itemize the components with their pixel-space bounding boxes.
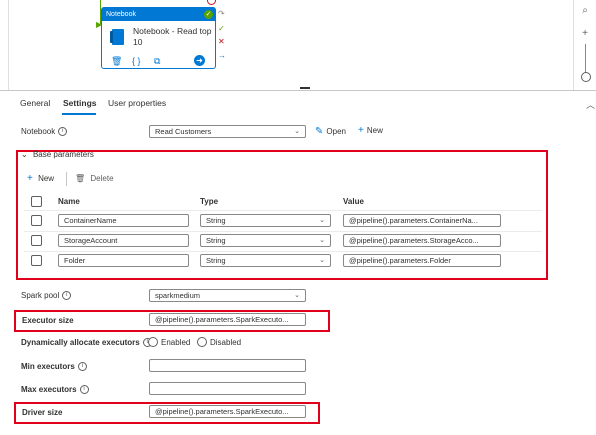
min-executors-label: Min executors i bbox=[21, 362, 87, 371]
base-parameters-header[interactable]: ⌄ Base parameters bbox=[21, 150, 94, 159]
max-executors-info-icon[interactable]: i bbox=[79, 385, 89, 394]
plus-icon: + bbox=[358, 125, 364, 136]
parameter-type-select[interactable]: String ⌄ bbox=[200, 214, 331, 227]
notebook-info-icon[interactable]: i bbox=[58, 127, 68, 136]
enabled-radio-label[interactable]: Enabled bbox=[161, 338, 190, 347]
chevron-down-icon: ⌄ bbox=[294, 292, 300, 299]
activity-selected-check-icon: ✓ bbox=[204, 10, 213, 19]
executor-size-label: Executor size bbox=[22, 316, 74, 325]
row-separator bbox=[24, 251, 542, 252]
activity-type-header: Notebook bbox=[102, 8, 215, 21]
tab-settings[interactable]: Settings bbox=[63, 98, 97, 108]
parameter-value-input[interactable]: @pipeline().parameters.StorageAcco... bbox=[343, 234, 501, 247]
row-separator bbox=[24, 231, 542, 232]
min-executors-input[interactable] bbox=[149, 359, 306, 372]
search-canvas-icon[interactable]: ⌕ bbox=[578, 4, 592, 18]
plus-icon: + bbox=[27, 173, 33, 184]
on-success-connector-icon[interactable]: ✓ bbox=[218, 24, 225, 33]
tab-user-properties[interactable]: User properties bbox=[108, 98, 166, 108]
driver-size-label: Driver size bbox=[22, 408, 63, 417]
pipeline-canvas[interactable] bbox=[0, 0, 596, 90]
max-executors-input[interactable] bbox=[149, 382, 306, 395]
parameter-name-input[interactable]: ContainerName bbox=[58, 214, 189, 227]
chevron-down-icon: ⌄ bbox=[319, 217, 325, 224]
column-header-name: Name bbox=[58, 197, 80, 206]
on-completion-connector-icon[interactable]: → bbox=[218, 51, 226, 60]
parameter-type-select[interactable]: String ⌄ bbox=[200, 234, 331, 247]
canvas-border-left bbox=[8, 0, 9, 90]
row-checkbox[interactable] bbox=[31, 255, 42, 266]
enabled-radio[interactable] bbox=[148, 337, 158, 347]
spark-pool-label: Spark pool i bbox=[21, 291, 72, 300]
chevron-down-icon: ⌄ bbox=[319, 257, 325, 264]
delete-activity-icon[interactable]: 🗑 bbox=[111, 56, 122, 67]
zoom-slider-handle[interactable] bbox=[581, 72, 591, 82]
row-checkbox[interactable] bbox=[31, 235, 42, 246]
disabled-radio-label[interactable]: Disabled bbox=[210, 338, 241, 347]
dynamic-allocation-label: Dynamically allocate executorsi bbox=[21, 338, 152, 347]
disabled-radio[interactable] bbox=[197, 337, 207, 347]
tab-general[interactable]: General bbox=[20, 98, 50, 108]
delete-parameter-button[interactable]: 🗑 Delete bbox=[75, 174, 114, 183]
copy-activity-icon[interactable]: ⧉ bbox=[154, 56, 160, 67]
spark-pool-info-icon[interactable]: i bbox=[62, 291, 72, 300]
driver-size-input[interactable]: @pipeline().parameters.SparkExecuto... bbox=[149, 405, 306, 418]
notebook-icon bbox=[110, 29, 124, 45]
new-parameter-button[interactable]: + New bbox=[27, 173, 54, 184]
chevron-down-icon: ⌄ bbox=[21, 150, 28, 159]
notebook-label: Notebook i bbox=[21, 127, 68, 136]
active-tab-indicator bbox=[62, 113, 96, 115]
toolbar-divider bbox=[66, 172, 67, 186]
parameter-value-input[interactable]: @pipeline().parameters.ContainerNa... bbox=[343, 214, 501, 227]
open-notebook-button[interactable]: ✎ Open bbox=[315, 126, 346, 137]
pencil-icon: ✎ bbox=[315, 126, 324, 137]
select-all-checkbox[interactable] bbox=[31, 196, 42, 207]
row-checkbox[interactable] bbox=[31, 215, 42, 226]
notebook-activity[interactable]: Notebook ✓ Notebook - Read top 10 🗑 { } … bbox=[101, 7, 216, 69]
on-skip-connector-icon[interactable]: ↷ bbox=[218, 9, 225, 18]
chevron-down-icon: ⌄ bbox=[319, 237, 325, 244]
header-separator bbox=[24, 210, 542, 211]
spark-pool-select[interactable]: sparkmedium ⌄ bbox=[149, 289, 306, 302]
collapse-panel-chevron-icon[interactable]: ︿ bbox=[586, 98, 595, 111]
panel-splitter[interactable] bbox=[0, 90, 596, 91]
canvas-border-right bbox=[573, 0, 574, 90]
parameter-value-input[interactable]: @pipeline().parameters.Folder bbox=[343, 254, 501, 267]
column-header-type: Type bbox=[200, 197, 219, 206]
parameter-name-input[interactable]: Folder bbox=[58, 254, 189, 267]
zoom-slider-track[interactable] bbox=[585, 44, 586, 74]
trash-icon: 🗑 bbox=[75, 174, 86, 183]
column-header-value: Value bbox=[343, 197, 364, 206]
parameter-type-select[interactable]: String ⌄ bbox=[200, 254, 331, 267]
notebook-select[interactable]: Read Customers ⌄ bbox=[149, 125, 306, 138]
code-icon[interactable]: { } bbox=[132, 56, 141, 66]
executor-size-input[interactable]: @pipeline().parameters.SparkExecuto... bbox=[149, 313, 306, 326]
splitter-grip[interactable] bbox=[300, 87, 310, 89]
chevron-down-icon: ⌄ bbox=[294, 128, 300, 135]
parameter-name-input[interactable]: StorageAccount bbox=[58, 234, 189, 247]
min-executors-info-icon[interactable]: i bbox=[77, 362, 87, 371]
on-failure-connector-icon[interactable]: ✕ bbox=[218, 37, 225, 46]
open-activity-arrow-icon[interactable]: ➜ bbox=[194, 55, 205, 66]
new-notebook-button[interactable]: + New bbox=[358, 125, 383, 136]
max-executors-label: Max executors i bbox=[21, 385, 89, 394]
zoom-in-icon[interactable]: + bbox=[578, 27, 592, 41]
activity-name: Notebook - Read top 10 bbox=[133, 26, 212, 47]
